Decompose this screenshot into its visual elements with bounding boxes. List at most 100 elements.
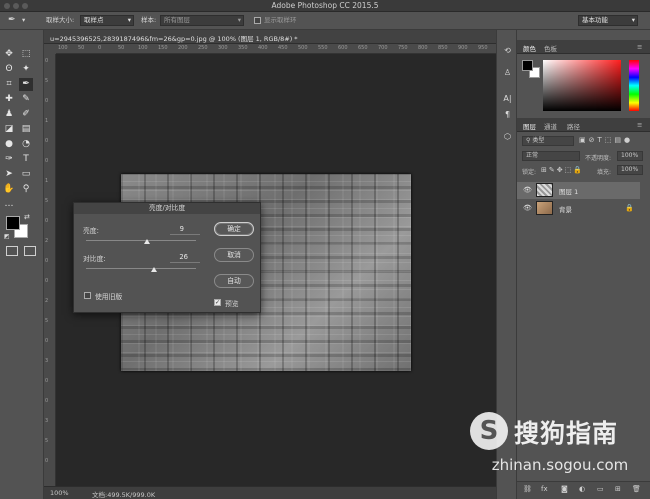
hand-tool-icon[interactable]: ✋ xyxy=(2,183,16,196)
panel-menu-icon[interactable]: ≡ xyxy=(637,121,642,129)
ruler-tick: 0 xyxy=(45,398,49,404)
contrast-slider-track[interactable] xyxy=(86,268,196,269)
blend-mode-select[interactable]: 正常 xyxy=(522,151,580,161)
brightness-slider-handle[interactable] xyxy=(143,239,150,244)
ruler-tick: 0 xyxy=(45,138,49,144)
healing-brush-tool-icon[interactable]: ✚ xyxy=(2,93,16,106)
foreground-color-swatch[interactable] xyxy=(522,60,533,71)
history-brush-tool-icon[interactable]: ✐ xyxy=(19,108,33,121)
tools-panel: ✥ ⬚ ʘ ✦ ⌗ ✒ ✚ ✎ ♟ ✐ ◪ ▤ ● ◔ ✑ T ➤ ▭ ✋ ⚲ … xyxy=(0,30,44,499)
brightness-value-underline xyxy=(170,234,200,235)
workspace-value: 基本功能 xyxy=(582,16,608,24)
sample-size-select[interactable]: 取样点 ▾ xyxy=(80,15,134,26)
add-mask-icon[interactable]: ◙ xyxy=(561,485,568,493)
horizontal-ruler[interactable]: 100 50 0 50 100 150 200 250 300 350 400 450 500 550 60… xyxy=(56,44,514,54)
properties-panel-icon[interactable]: ♙ xyxy=(501,68,514,80)
use-legacy-checkbox[interactable] xyxy=(84,292,91,299)
new-layer-icon[interactable]: ⊞ xyxy=(615,485,621,493)
cancel-button[interactable]: 取消 xyxy=(214,248,254,262)
eyedropper-tool-icon[interactable]: ✒ xyxy=(19,78,33,91)
screen-mode-icon[interactable] xyxy=(24,246,36,256)
ruler-tick: 0 xyxy=(45,378,49,384)
3d-panel-icon[interactable]: ⬡ xyxy=(501,132,514,144)
rectangle-tool-icon[interactable]: ▭ xyxy=(19,168,33,181)
crop-tool-icon[interactable]: ⌗ xyxy=(2,78,16,91)
preset-dropdown-icon[interactable]: ▾ xyxy=(22,15,25,26)
title-bar: Adobe Photoshop CC 2015.5 xyxy=(0,0,650,12)
layer-style-icon[interactable]: fx xyxy=(541,485,548,493)
dodge-tool-icon[interactable]: ◔ xyxy=(19,138,33,151)
hue-slider[interactable] xyxy=(629,60,639,111)
type-tool-icon[interactable]: T xyxy=(19,153,33,166)
ruler-tick: 0 xyxy=(45,258,49,264)
ruler-tick: 5 xyxy=(45,318,49,324)
layer-row-background[interactable]: 👁 背景 🔒 xyxy=(517,200,640,217)
brightness-value[interactable]: 9 xyxy=(170,225,184,233)
status-bar: 100% 文档:499.5K/999.0K xyxy=(44,486,514,499)
tab-color[interactable]: 颜色 xyxy=(523,43,536,53)
eyedropper-tool-preset-icon[interactable]: ✒ xyxy=(8,15,16,26)
contrast-value[interactable]: 26 xyxy=(170,253,188,261)
move-tool-icon[interactable]: ✥ xyxy=(2,48,16,61)
layer-filter-select[interactable]: ⚲ 类型 xyxy=(522,136,574,146)
link-layers-icon[interactable]: ⛓ xyxy=(523,485,532,493)
dialog-title: 亮度/对比度 xyxy=(74,203,260,214)
ruler-tick: 100 xyxy=(138,45,148,51)
brightness-contrast-dialog: 亮度/对比度 亮度: 9 对比度: 26 使用旧版 确定 取消 自动 ✓ 预览 xyxy=(73,202,261,313)
zoom-level[interactable]: 100% xyxy=(50,489,69,497)
blur-tool-icon[interactable]: ● xyxy=(2,138,16,151)
ruler-tick: 50 xyxy=(118,45,125,51)
layer-name: 图层 1 xyxy=(559,188,579,196)
preview-checkbox[interactable]: ✓ xyxy=(214,299,221,306)
fill-label: 填充: xyxy=(597,169,612,176)
ok-button[interactable]: 确定 xyxy=(214,222,254,236)
default-colors-icon[interactable]: ◩ xyxy=(4,233,10,240)
tab-layers[interactable]: 图层 xyxy=(523,121,536,131)
character-panel-icon[interactable]: A| xyxy=(501,94,514,106)
brightness-slider-track[interactable] xyxy=(86,240,196,241)
pen-tool-icon[interactable]: ✑ xyxy=(2,153,16,166)
layer-row-selected[interactable]: 👁 图层 1 xyxy=(517,182,640,199)
layer-filter-icons[interactable]: ▣⊘T⬚▤● xyxy=(579,136,633,144)
document-tab[interactable]: u=2945396525,2839187496&fm=26&gp=0.jpg @… xyxy=(44,30,514,44)
foreground-color-swatch[interactable] xyxy=(6,216,20,230)
magic-wand-tool-icon[interactable]: ✦ xyxy=(19,63,33,76)
more-tools-icon[interactable]: … xyxy=(2,198,16,211)
visibility-eye-icon[interactable]: 👁 xyxy=(523,186,532,194)
tab-channels[interactable]: 通道 xyxy=(544,121,557,131)
watermark-brand: 搜狗指南 xyxy=(514,419,619,448)
contrast-slider-handle[interactable] xyxy=(151,267,158,272)
new-group-icon[interactable]: ▭ xyxy=(597,485,604,493)
lasso-tool-icon[interactable]: ʘ xyxy=(2,63,16,76)
sample-select[interactable]: 所有图层 ▾ xyxy=(160,15,244,26)
watermark: S 搜狗指南 zhinan.sogou.com xyxy=(470,408,650,478)
paragraph-panel-icon[interactable]: ¶ xyxy=(501,110,514,122)
swap-colors-icon[interactable]: ⇄ xyxy=(24,213,30,221)
ruler-tick: 0 xyxy=(45,278,49,284)
visibility-eye-icon[interactable]: 👁 xyxy=(523,204,532,212)
fill-input[interactable]: 100% xyxy=(617,165,643,175)
panel-menu-icon[interactable]: ≡ xyxy=(637,43,642,51)
vertical-ruler[interactable]: 0 5 0 1 0 0 1 5 0 2 0 0 2 5 0 3 0 0 3 5 0 xyxy=(44,54,56,486)
quick-mask-icon[interactable] xyxy=(6,246,18,256)
clone-stamp-tool-icon[interactable]: ♟ xyxy=(2,108,16,121)
zoom-tool-icon[interactable]: ⚲ xyxy=(19,183,33,196)
show-ring-checkbox[interactable] xyxy=(254,17,261,24)
lock-icons[interactable]: ⊞✎✥⬚🔒 xyxy=(541,166,584,174)
workspace-select[interactable]: 基本功能 ▾ xyxy=(578,15,638,26)
ruler-tick: 900 xyxy=(458,45,468,51)
adjustment-layer-icon[interactable]: ◐ xyxy=(579,485,585,493)
tab-swatches[interactable]: 色板 xyxy=(544,43,557,53)
marquee-tool-icon[interactable]: ⬚ xyxy=(19,48,33,61)
path-selection-tool-icon[interactable]: ➤ xyxy=(2,168,16,181)
document-info[interactable]: 文档:499.5K/999.0K xyxy=(92,489,155,499)
gradient-tool-icon[interactable]: ▤ xyxy=(19,123,33,136)
eraser-tool-icon[interactable]: ◪ xyxy=(2,123,16,136)
delete-layer-icon[interactable]: 🗑 xyxy=(632,485,641,493)
color-picker-field[interactable] xyxy=(543,60,621,111)
opacity-input[interactable]: 100% xyxy=(617,151,643,161)
tab-paths[interactable]: 路径 xyxy=(567,121,580,131)
history-panel-icon[interactable]: ⟲ xyxy=(501,46,514,58)
auto-button[interactable]: 自动 xyxy=(214,274,254,288)
brush-tool-icon[interactable]: ✎ xyxy=(19,93,33,106)
